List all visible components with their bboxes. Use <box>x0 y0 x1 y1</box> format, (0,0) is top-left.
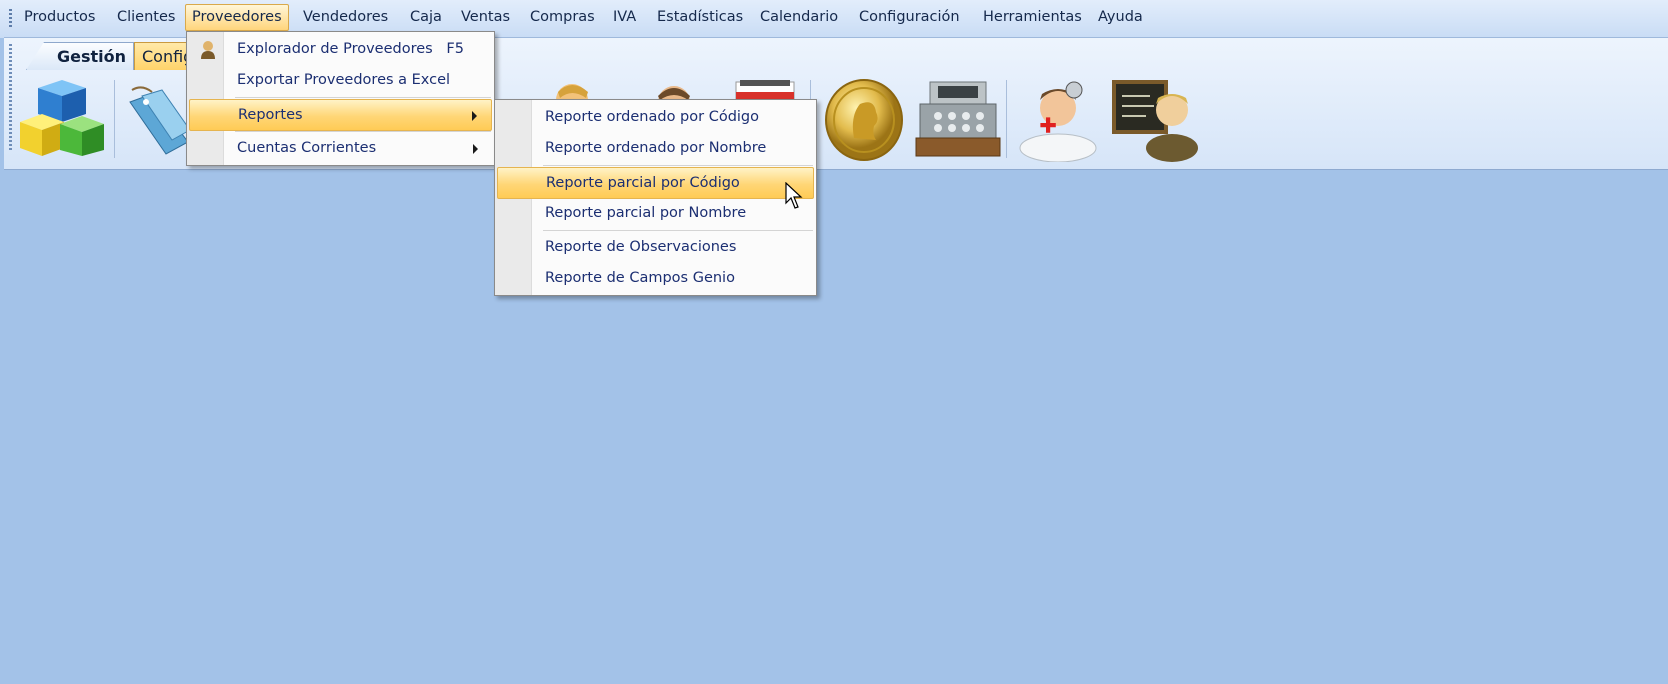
menu-item-label: Reporte de Observaciones <box>545 239 737 255</box>
submenu-arrow-icon <box>472 111 477 121</box>
menu-vendedores[interactable]: Vendedores <box>297 5 394 30</box>
reportes-submenu: Reporte ordenado por Código Reporte orde… <box>494 99 817 296</box>
toolbar-separator <box>114 80 115 158</box>
menu-item-reporte-parcial-codigo[interactable]: Reporte parcial por Código <box>497 167 814 199</box>
menu-item-label: Reporte parcial por Código <box>546 175 740 191</box>
tab-gestion[interactable]: Gestión <box>26 42 134 70</box>
menu-item-reporte-parcial-nombre[interactable]: Reporte parcial por Nombre <box>497 198 814 229</box>
menu-separator <box>543 165 813 166</box>
menu-item-reporte-observaciones[interactable]: Reporte de Observaciones <box>497 232 814 263</box>
menu-calendario[interactable]: Calendario <box>754 5 844 30</box>
menu-proveedores[interactable]: Proveedores <box>185 4 289 31</box>
menu-item-reporte-ordenado-codigo[interactable]: Reporte ordenado por Código <box>497 102 814 133</box>
menubar-grip[interactable] <box>9 9 12 27</box>
price-tags-icon[interactable] <box>122 82 192 158</box>
menu-estadisticas[interactable]: Estadísticas <box>651 5 749 30</box>
menu-herramientas[interactable]: Herramientas <box>977 5 1088 30</box>
cubes-icon[interactable] <box>16 76 106 160</box>
supplier-icon <box>201 41 215 59</box>
menu-item-label: Exportar Proveedores a Excel <box>237 72 451 88</box>
menu-iva[interactable]: IVA <box>607 5 642 30</box>
doctor-icon[interactable] <box>1014 76 1100 162</box>
menu-item-cuentas-corrientes[interactable]: Cuentas Corrientes <box>189 133 492 164</box>
toolbar-grip[interactable] <box>9 44 12 152</box>
menu-item-label: Reporte ordenado por Código <box>545 109 760 125</box>
menu-productos[interactable]: Productos <box>18 5 101 30</box>
menu-caja[interactable]: Caja <box>404 5 448 30</box>
menu-item-exportar-excel[interactable]: Exportar Proveedores a Excel <box>189 65 492 96</box>
menu-item-label: Reporte parcial por Nombre <box>545 205 747 221</box>
menu-item-reportes[interactable]: Reportes <box>189 99 492 131</box>
menu-item-label: Reportes <box>238 107 303 123</box>
mouse-cursor-icon <box>785 182 803 209</box>
menu-item-label: Cuentas Corrientes <box>237 140 377 156</box>
menu-item-reporte-ordenado-nombre[interactable]: Reporte ordenado por Nombre <box>497 133 814 164</box>
toolbar-separator <box>1006 80 1007 158</box>
cash-register-icon[interactable] <box>912 76 1004 162</box>
gold-coin-icon[interactable] <box>820 76 908 162</box>
teacher-icon[interactable] <box>1110 76 1200 162</box>
menu-item-label: Reporte ordenado por Nombre <box>545 140 767 156</box>
submenu-arrow-icon <box>473 144 478 154</box>
shortcut-label: F5 <box>446 41 464 57</box>
menu-ventas[interactable]: Ventas <box>455 5 516 30</box>
menu-compras[interactable]: Compras <box>524 5 601 30</box>
menu-item-reporte-campos-genio[interactable]: Reporte de Campos Genio <box>497 263 814 294</box>
menu-separator <box>543 230 813 231</box>
menu-clientes[interactable]: Clientes <box>111 5 181 30</box>
menu-configuracion[interactable]: Configuración <box>853 5 966 30</box>
menu-item-explorador-proveedores[interactable]: Explorador de Proveedores F5 <box>189 34 492 65</box>
menu-item-label: Reporte de Campos Genio <box>545 270 735 286</box>
menu-separator <box>235 131 491 132</box>
menu-ayuda[interactable]: Ayuda <box>1092 5 1149 30</box>
menu-item-label: Explorador de Proveedores <box>237 41 433 57</box>
menu-separator <box>235 97 491 98</box>
proveedores-dropdown: Explorador de Proveedores F5 Exportar Pr… <box>186 31 495 166</box>
